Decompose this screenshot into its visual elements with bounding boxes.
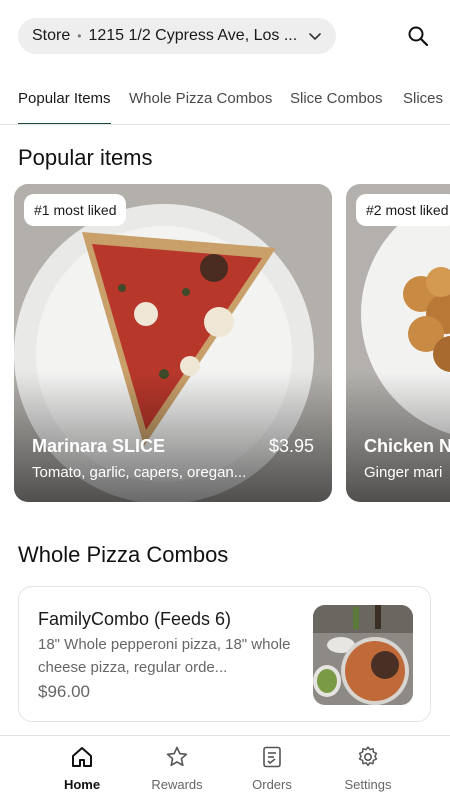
nav-label: Settings (344, 777, 392, 792)
popular-items-heading: Popular items (18, 145, 153, 170)
store-address: 1215 1/2 Cypress Ave, Los ... (88, 27, 298, 44)
popular-item-card[interactable]: #1 most liked Marinara SLICE $3.95 Tomat… (14, 184, 332, 502)
popular-item-card[interactable]: #2 most liked Chicken N Ginger mari (346, 184, 450, 502)
gear-icon (355, 744, 381, 770)
star-icon (164, 744, 190, 770)
item-name: Chicken N (364, 436, 450, 456)
combo-photo (313, 605, 413, 705)
top-bar: Store • 1215 1/2 Cypress Ave, Los ... (0, 0, 450, 72)
receipt-icon (259, 744, 285, 770)
item-name: Marinara SLICE (32, 436, 166, 456)
most-liked-badge: #2 most liked (356, 194, 450, 226)
item-price: $3.95 (268, 436, 314, 456)
separator-dot: • (77, 29, 82, 43)
nav-label: Home (63, 777, 101, 792)
item-description: Tomato, garlic, capers, oregan... (32, 464, 247, 481)
home-icon (69, 744, 95, 770)
nav-orders[interactable]: Orders (227, 744, 317, 799)
item-description: Ginger mari (364, 464, 443, 481)
tab-slice-combos[interactable]: Slice Combos (290, 90, 383, 124)
nav-label: Rewards (151, 777, 203, 792)
combo-name: FamilyCombo (Feeds 6) (38, 609, 232, 629)
combo-price: $96.00 (38, 682, 90, 701)
whole-pizza-combos-heading: Whole Pizza Combos (18, 542, 229, 567)
chevron-down-icon (306, 27, 324, 45)
search-icon[interactable] (404, 22, 432, 50)
most-liked-badge: #1 most liked (24, 194, 127, 226)
nav-rewards[interactable]: Rewards (132, 744, 222, 799)
category-tabs: Popular Items Whole Pizza Combos Slice C… (0, 80, 450, 125)
popular-items-carousel[interactable]: #1 most liked Marinara SLICE $3.95 Tomat… (14, 184, 450, 502)
tab-whole-pizza-combos[interactable]: Whole Pizza Combos (129, 90, 272, 124)
nav-label: Orders (252, 777, 292, 792)
tab-popular-items[interactable]: Popular Items (18, 90, 111, 124)
tab-slices[interactable]: Slices (403, 90, 443, 124)
store-selector[interactable]: Store • 1215 1/2 Cypress Ave, Los ... (18, 18, 336, 54)
store-label: Store (32, 27, 71, 44)
nav-settings[interactable]: Settings (323, 744, 413, 799)
combo-item-card[interactable]: FamilyCombo (Feeds 6) 18" Whole pepperon… (18, 586, 431, 722)
nav-home[interactable]: Home (37, 744, 127, 799)
bottom-navigation: Home Rewards Orders Settings (0, 735, 450, 800)
combo-description: 18" Whole pepperoni pizza, 18" whole che… (38, 636, 291, 676)
